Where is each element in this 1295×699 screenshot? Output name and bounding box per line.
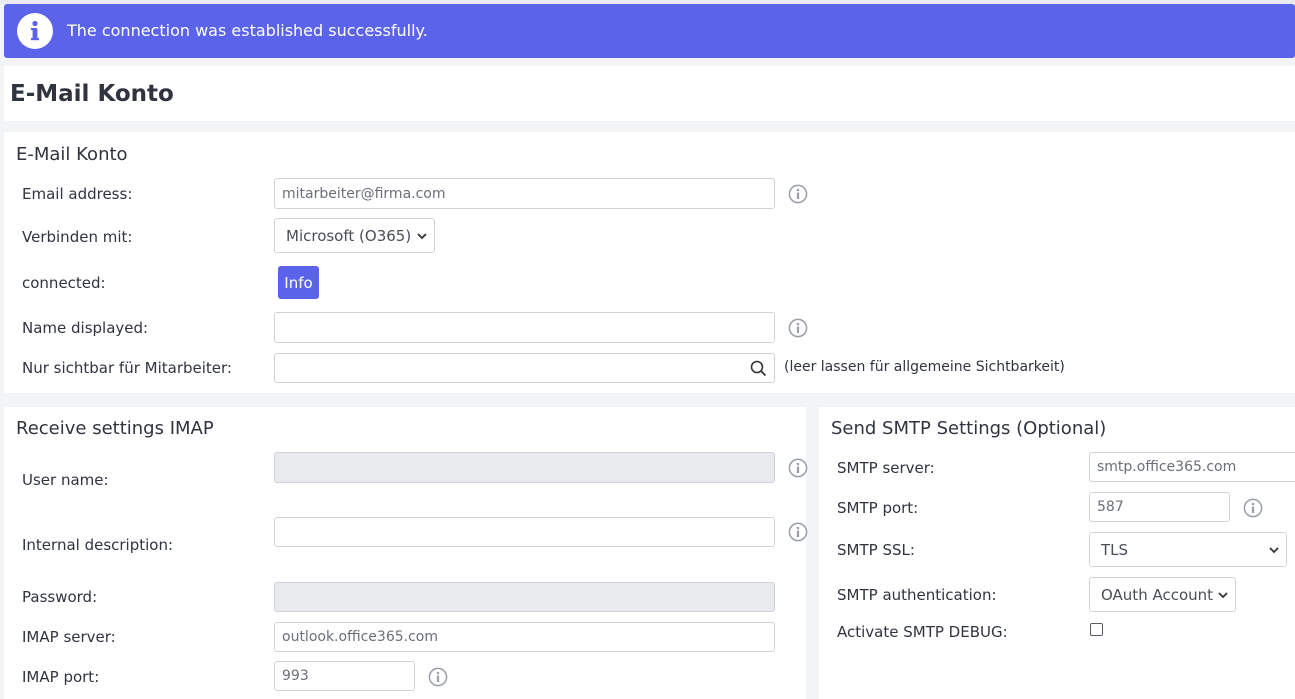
email-value: mitarbeiter@firma.com (282, 185, 446, 202)
email-label: Email address: (22, 185, 133, 203)
smtp-debug-label: Activate SMTP DEBUG: (837, 623, 1008, 641)
imap-user-input[interactable] (274, 452, 775, 483)
name-label: Name displayed: (22, 319, 149, 337)
imap-port-help-icon[interactable] (428, 667, 448, 687)
search-icon[interactable] (750, 360, 767, 377)
smtp-auth-select[interactable]: OAuth Account (1089, 577, 1236, 612)
smtp-auth-value: OAuth Account (1101, 585, 1214, 604)
success-alert: The connection was established successfu… (4, 4, 1295, 58)
email-input[interactable]: mitarbeiter@firma.com (274, 178, 775, 209)
chevron-down-icon (417, 232, 427, 239)
imap-password-input[interactable] (274, 582, 775, 612)
name-input[interactable] (274, 312, 775, 343)
imap-port-input[interactable]: 993 (274, 661, 415, 691)
smtp-ssl-value: TLS (1101, 540, 1129, 559)
imap-port-value: 993 (282, 668, 309, 684)
imap-panel-title: Receive settings IMAP (16, 418, 214, 439)
chevron-down-icon (1218, 591, 1228, 598)
imap-password-label: Password: (22, 588, 98, 606)
imap-desc-input[interactable] (274, 517, 775, 547)
connect-select[interactable]: Microsoft (O365) (274, 218, 435, 253)
visible-label: Nur sichtbar für Mitarbeiter: (22, 359, 232, 377)
imap-server-value: outlook.office365.com (282, 629, 438, 645)
page-header: E-Mail Konto (4, 66, 1295, 121)
imap-user-label: User name: (22, 471, 109, 489)
smtp-ssl-select[interactable]: TLS (1089, 532, 1287, 567)
imap-desc-help-icon[interactable] (788, 522, 808, 542)
imap-server-input[interactable]: outlook.office365.com (274, 622, 775, 652)
smtp-server-value: smtp.office365.com (1097, 459, 1237, 475)
smtp-debug-checkbox[interactable] (1090, 623, 1103, 636)
imap-user-help-icon[interactable] (788, 458, 808, 478)
connected-label: connected: (22, 274, 106, 292)
visibility-hint: (leer lassen für allgemeine Sichtbarkeit… (784, 359, 1065, 375)
smtp-server-label: SMTP server: (837, 459, 935, 477)
smtp-auth-label: SMTP authentication: (837, 586, 997, 604)
alert-message: The connection was established successfu… (67, 21, 428, 40)
connect-label: Verbinden mit: (22, 228, 133, 246)
account-panel-title: E-Mail Konto (16, 144, 128, 165)
smtp-port-input[interactable]: 587 (1089, 492, 1230, 522)
info-circle-icon (17, 13, 53, 49)
imap-desc-label: Internal description: (22, 536, 174, 554)
smtp-port-label: SMTP port: (837, 499, 919, 517)
imap-server-label: IMAP server: (22, 628, 116, 646)
smtp-port-help-icon[interactable] (1243, 498, 1263, 518)
smtp-ssl-label: SMTP SSL: (837, 541, 915, 559)
email-help-icon[interactable] (788, 184, 808, 204)
name-help-icon[interactable] (788, 318, 808, 338)
connect-value: Microsoft (O365) (286, 226, 412, 245)
smtp-port-value: 587 (1097, 499, 1124, 515)
chevron-down-icon (1269, 546, 1279, 553)
info-button[interactable]: Info (278, 266, 319, 299)
imap-port-label: IMAP port: (22, 668, 100, 686)
smtp-panel-title: Send SMTP Settings (Optional) (831, 418, 1107, 439)
page-title: E-Mail Konto (10, 81, 174, 107)
visible-employee-search[interactable] (274, 353, 775, 383)
smtp-server-input[interactable]: smtp.office365.com (1089, 452, 1295, 482)
